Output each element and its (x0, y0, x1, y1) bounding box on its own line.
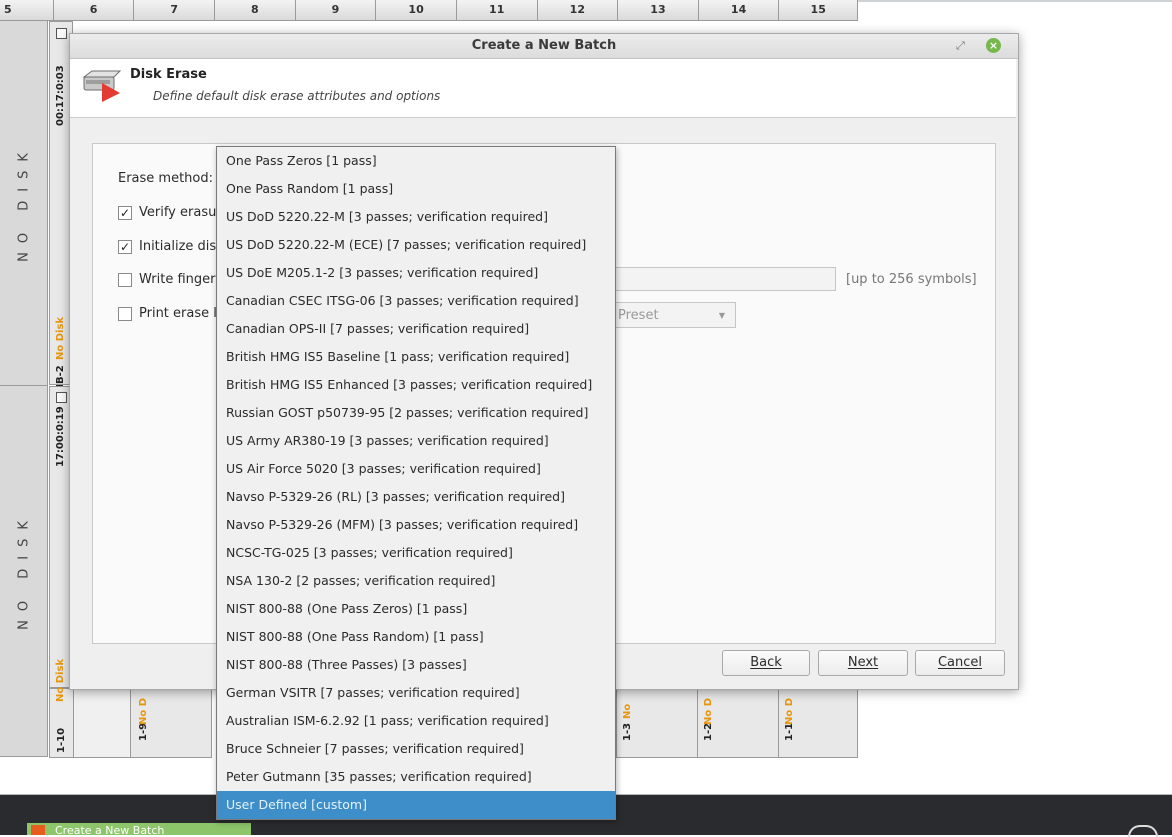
next-button-label: Next (847, 655, 879, 670)
bay-status-text: No D (784, 697, 795, 725)
bay-id: 1-9 (138, 722, 149, 741)
column-header-13: 13 (618, 0, 699, 20)
erase-method-option[interactable]: US Army AR380-19 [3 passes; verification… (217, 427, 615, 455)
erase-method-option[interactable]: NCSC-TG-025 [3 passes; verification requ… (217, 539, 615, 567)
erase-method-option[interactable]: NSA 130-2 [2 passes; verification requir… (217, 567, 615, 595)
label-preset-select[interactable]: Preset ▼ (610, 302, 736, 328)
erase-method-option[interactable]: Navso P-5329-26 (MFM) [3 passes; verific… (217, 511, 615, 539)
initialize-disk-checkbox[interactable]: ✓ (118, 240, 132, 254)
bay-status-text: No D (138, 697, 149, 725)
dialog-title: Create a New Batch (471, 38, 617, 53)
row-label-upper: NO DISK (0, 21, 48, 386)
bay-id: 1-2 (703, 722, 714, 741)
print-erase-label-label: Print erase l (139, 306, 217, 321)
taskbar-item[interactable]: Create a New Batch (27, 823, 251, 835)
bay-status-text: No (622, 703, 633, 719)
column-header-14: 14 (699, 0, 780, 20)
bay-status-text: No D (703, 697, 714, 725)
next-button[interactable]: Next (818, 650, 908, 676)
bay-id: 1-1 (784, 722, 795, 741)
erase-method-option-selected[interactable]: User Defined [custom] (217, 791, 615, 819)
bay-status-text: No Disk (55, 316, 66, 360)
verify-erasure-checkbox[interactable]: ✓ (118, 206, 132, 220)
taskbar-item-label: Create a New Batch (55, 824, 165, 835)
print-erase-label-checkbox[interactable] (118, 307, 132, 321)
erase-method-option[interactable]: US DoD 5220.22-M [3 passes; verification… (217, 203, 615, 231)
column-header-6: 6 (54, 0, 135, 20)
bay-id: 1-10 (56, 727, 67, 753)
disk-bay-1-2[interactable]: 1-2 No D (697, 688, 779, 758)
disk-erase-icon (82, 70, 122, 102)
erase-method-option[interactable]: US Air Force 5020 [3 passes; verificatio… (217, 455, 615, 483)
erase-method-option[interactable]: NIST 800-88 (Three Passes) [3 passes] (217, 651, 615, 679)
erase-method-option[interactable]: Russian GOST p50739-95 [2 passes; verifi… (217, 399, 615, 427)
initialize-disk-label: Initialize disl (139, 239, 220, 254)
disk-bay-slot (73, 688, 131, 758)
column-header-10: 10 (376, 0, 457, 20)
column-header-bar: 5 6 7 8 9 10 11 12 13 14 15 (0, 0, 859, 21)
chevron-down-icon: ▼ (718, 311, 725, 320)
erase-method-option[interactable]: Canadian OPS-II [7 passes; verification … (217, 315, 615, 343)
column-header-5: 5 (0, 0, 54, 20)
dialog-titlebar[interactable]: Create a New Batch ⤢ × (70, 34, 1018, 59)
no-disk-label: NO DISK (16, 144, 31, 262)
write-fingerprint-label: Write fingerp (139, 272, 224, 287)
erase-method-option[interactable]: Australian ISM-6.2.92 [1 pass; verificat… (217, 707, 615, 735)
window-edge (858, 0, 1172, 2)
erase-method-option[interactable]: NIST 800-88 (One Pass Zeros) [1 pass] (217, 595, 615, 623)
column-header-12: 12 (538, 0, 619, 20)
no-disk-label: NO DISK (16, 512, 31, 630)
bay-status-icon (56, 392, 67, 403)
erase-method-option[interactable]: NIST 800-88 (One Pass Random) [1 pass] (217, 623, 615, 651)
preset-value: Preset (618, 308, 659, 323)
disk-bay-1-1[interactable]: 1-1 No D (778, 688, 858, 758)
disk-bay-1-9[interactable]: 1-9 No D (130, 688, 212, 758)
erase-method-option[interactable]: German VSITR [7 passes; verification req… (217, 679, 615, 707)
bay-status-text: No Disk (55, 658, 66, 702)
cancel-button-label: Cancel (937, 655, 983, 670)
erase-method-option[interactable]: US DoD 5220.22-M (ECE) [7 passes; verifi… (217, 231, 615, 259)
erase-method-option[interactable]: British HMG IS5 Baseline [1 pass; verifi… (217, 343, 615, 371)
header-title: Disk Erase (130, 67, 207, 82)
back-button-label: Back (750, 655, 782, 670)
bay-status-icon (56, 28, 67, 39)
erase-method-label: Erase method: (118, 171, 214, 186)
close-icon[interactable]: × (986, 38, 1001, 53)
bay-timer: 17:00:0:19 (55, 406, 66, 467)
column-header-15: 15 (779, 0, 859, 20)
erase-method-option[interactable]: Bruce Schneier [7 passes; verification r… (217, 735, 615, 763)
row-label-lower: NO DISK (0, 386, 48, 757)
cancel-button[interactable]: Cancel (915, 650, 1005, 676)
fingerprint-hint: [up to 256 symbols] (846, 272, 977, 287)
erase-method-dropdown-list: One Pass Zeros [1 pass] One Pass Random … (216, 146, 616, 820)
column-header-9: 9 (296, 0, 377, 20)
erase-method-option[interactable]: Canadian CSEC ITSG-06 [3 passes; verific… (217, 287, 615, 315)
column-header-11: 11 (457, 0, 538, 20)
erase-method-option[interactable]: British HMG IS5 Enhanced [3 passes; veri… (217, 371, 615, 399)
restore-icon[interactable]: ⤢ (956, 39, 965, 53)
fingerprint-input[interactable] (610, 267, 836, 291)
app-icon (31, 825, 45, 835)
bay-timer: 00:17:0:03 (55, 65, 66, 126)
tray-icon[interactable] (1128, 825, 1158, 837)
verify-erasure-label: Verify erasu (139, 205, 217, 220)
write-fingerprint-checkbox[interactable] (118, 273, 132, 287)
back-button[interactable]: Back (722, 650, 810, 676)
erase-method-option[interactable]: US DoE M205.1-2 [3 passes; verification … (217, 259, 615, 287)
column-header-8: 8 (215, 0, 296, 20)
erase-method-option[interactable]: Navso P-5329-26 (RL) [3 passes; verifica… (217, 483, 615, 511)
header-subtitle: Define default disk erase attributes and… (153, 89, 441, 103)
bay-id: 1-3 (622, 722, 633, 741)
erase-method-option[interactable]: Peter Gutmann [35 passes; verification r… (217, 763, 615, 791)
erase-method-option[interactable]: One Pass Zeros [1 pass] (217, 147, 615, 175)
erase-method-option[interactable]: One Pass Random [1 pass] (217, 175, 615, 203)
wizard-header: Disk Erase Define default disk erase att… (70, 59, 1016, 118)
column-header-7: 7 (134, 0, 216, 20)
disk-bay-1-3[interactable]: 1-3 No (616, 688, 698, 758)
